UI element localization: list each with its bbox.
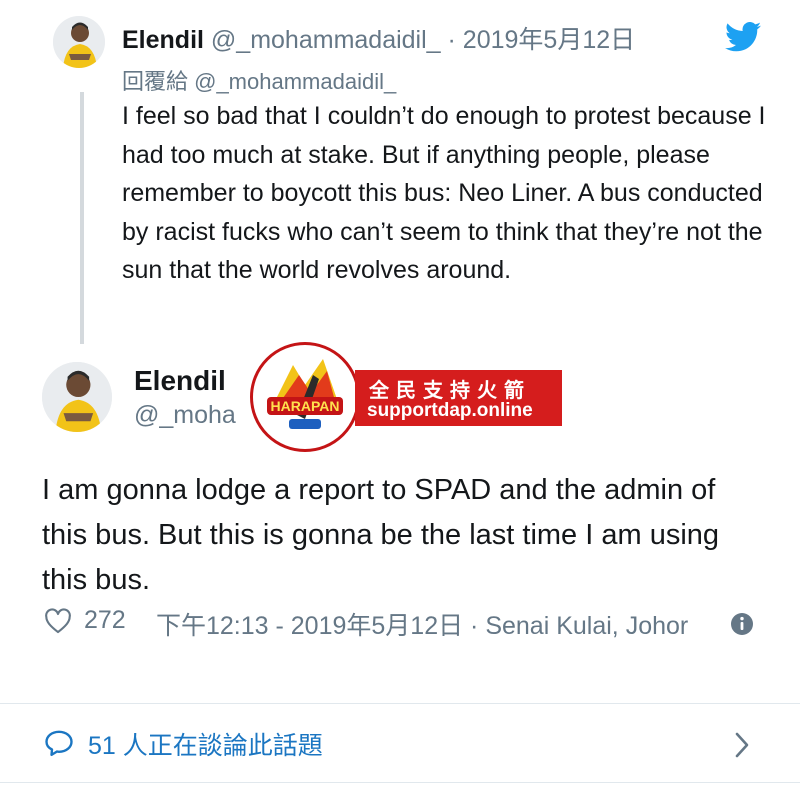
harapan-logo-icon: HARAPAN <box>250 342 360 452</box>
author-name[interactable]: Elendil <box>122 26 204 54</box>
tweet-text: I feel so bad that I couldn’t do enough … <box>122 102 766 284</box>
conversation-link[interactable]: 51 人正在談論此話題 <box>0 704 800 782</box>
speech-bubble-icon <box>44 729 74 762</box>
tweet-text: I am gonna lodge a report to SPAD and th… <box>42 474 720 596</box>
tweet-header: Elendil @_mohammadaidil_ · 2019年5月12日 <box>122 20 635 56</box>
tweet-timestamp-location[interactable]: 下午12:13 - 2019年5月12日 · Senai Kulai, Joho… <box>156 606 696 647</box>
ad-url[interactable]: supportdap.online <box>367 400 533 422</box>
twitter-bird-icon[interactable] <box>725 21 761 57</box>
separator: · <box>440 26 463 54</box>
like-count[interactable]: 272 <box>84 606 126 635</box>
chevron-right-icon[interactable] <box>732 730 752 765</box>
reply-to-label[interactable]: 回覆給 @_mohammadaidil_ <box>122 64 396 96</box>
author-name[interactable]: Elendil <box>134 365 226 397</box>
avatar[interactable] <box>53 16 105 68</box>
ad-title: 全民支持火箭 <box>369 380 531 402</box>
heart-icon[interactable] <box>44 608 72 639</box>
ad-overlay[interactable]: HARAPAN 全民支持火箭 supportdap.online <box>250 342 562 452</box>
conversation-count-label[interactable]: 51 人正在談論此話題 <box>88 726 323 762</box>
harapan-badge-text: HARAPAN <box>271 398 340 414</box>
ad-bar[interactable]: 全民支持火箭 supportdap.online <box>355 370 562 426</box>
divider <box>0 782 800 783</box>
info-icon[interactable] <box>730 612 754 641</box>
tweet-date[interactable]: 2019年5月12日 <box>463 26 635 54</box>
author-handle[interactable]: @_moha <box>134 401 236 430</box>
main-tweet: Elendil @_moha HARAPAN 全民支持火箭 supportdap… <box>0 340 800 700</box>
avatar[interactable] <box>42 362 112 432</box>
author-handle[interactable]: @_mohammadaidil_ <box>211 26 441 54</box>
reply-tweet: Elendil @_mohammadaidil_ · 2019年5月12日 回覆… <box>0 0 800 340</box>
